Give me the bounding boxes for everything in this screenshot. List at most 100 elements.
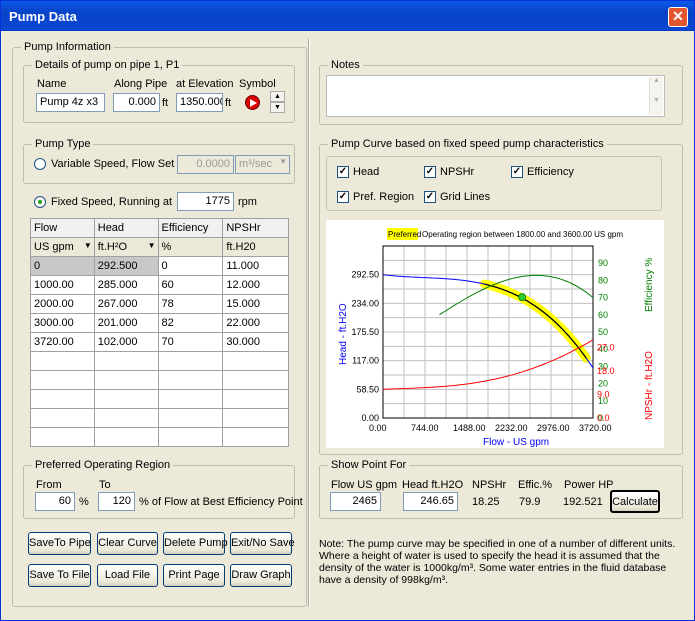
print-page-button[interactable]: Print Page xyxy=(163,564,225,587)
pump-arrow-icon xyxy=(250,99,257,107)
pump-data-table: Flow Head Efficiency NPSHr US gpm ▼ ft.H²… xyxy=(30,218,289,447)
table-cell[interactable] xyxy=(222,389,289,409)
table-row: 3720.00 102.000 70 30.000 xyxy=(30,332,289,352)
from-label: From xyxy=(36,479,62,491)
note-text: Note: The pump curve may be specified in… xyxy=(319,538,676,586)
table-row xyxy=(30,427,289,447)
table-cell[interactable] xyxy=(30,427,95,447)
show-flow-label: Flow US gpm xyxy=(331,479,398,491)
fixed-speed-input[interactable]: 1775 xyxy=(177,192,234,211)
pref-region-checkbox[interactable]: ✓ xyxy=(337,191,349,203)
save-to-file-button[interactable]: Save To File xyxy=(28,564,91,587)
grid-lines-checkbox[interactable]: ✓ xyxy=(424,191,436,203)
show-head-input[interactable]: 246.65 xyxy=(403,492,458,511)
notes-scrollbar[interactable]: ▲ ▼ xyxy=(649,77,663,115)
y-tick-label-head: 117.00 xyxy=(352,356,379,366)
x-tick-label: 2976.00 xyxy=(537,423,570,433)
variable-unit-select[interactable]: m³/sec ▼ xyxy=(235,155,290,174)
table-cell[interactable]: 82 xyxy=(157,313,224,333)
exit-no-save-button[interactable]: Exit/No Save xyxy=(230,532,295,555)
table-cell[interactable] xyxy=(157,389,224,409)
variable-flow-input[interactable]: 0.0000 xyxy=(177,155,234,174)
table-cell[interactable]: 3000.00 xyxy=(30,313,95,333)
chevron-down-icon: ▼ xyxy=(279,157,287,166)
pump-curve-chart: Preferred Operating region between 1800.… xyxy=(326,220,664,448)
table-row: 3000.00 201.000 82 22.000 xyxy=(30,313,289,333)
to-input[interactable]: 120 xyxy=(98,492,135,511)
show-flow-input[interactable]: 2465 xyxy=(330,492,381,511)
name-label: Name xyxy=(37,78,67,90)
delete-pump-button[interactable]: Delete Pump xyxy=(163,532,228,555)
efficiency-checkbox[interactable]: ✓ xyxy=(511,166,523,178)
y-tick-label-npshr: 9.0 xyxy=(597,390,610,400)
show-point-label: Show Point For xyxy=(328,459,410,471)
table-cell[interactable] xyxy=(222,427,289,447)
y-tick-label-head: 292.50 xyxy=(351,270,379,280)
table-cell[interactable]: 30.000 xyxy=(222,332,289,352)
table-cell[interactable]: 12.000 xyxy=(222,275,289,295)
table-cell[interactable]: 22.000 xyxy=(222,313,289,333)
scroll-down-icon[interactable]: ▼ xyxy=(650,97,663,104)
table-cell[interactable] xyxy=(157,370,224,390)
from-input[interactable]: 60 xyxy=(35,492,75,511)
table-row: 2000.00 267.000 78 15.000 xyxy=(30,294,289,314)
table-cell[interactable]: 15.000 xyxy=(222,294,289,314)
table-cell[interactable] xyxy=(93,389,159,409)
table-cell[interactable] xyxy=(222,408,289,428)
table-cell[interactable] xyxy=(93,370,159,390)
fixed-speed-radio[interactable] xyxy=(34,196,46,208)
elevation-unit: ft xyxy=(225,97,232,109)
table-cell[interactable] xyxy=(30,351,95,371)
table-cell[interactable]: 2000.00 xyxy=(30,294,95,314)
table-cell[interactable]: 0 xyxy=(157,256,224,276)
table-cell[interactable]: 201.000 xyxy=(93,313,159,333)
load-file-button[interactable]: Load File xyxy=(97,564,158,587)
table-cell[interactable]: 267.000 xyxy=(93,294,159,314)
table-cell[interactable]: 285.000 xyxy=(93,275,159,295)
table-row: 0 292.500 0 11.000 xyxy=(30,256,289,276)
table-cell[interactable]: 60 xyxy=(157,275,224,295)
table-cell[interactable]: 11.000 xyxy=(222,256,289,276)
head-checkbox[interactable]: ✓ xyxy=(337,166,349,178)
elevation-input[interactable]: 1350.000 xyxy=(176,93,223,112)
legend-tag: Preferred xyxy=(388,230,421,239)
calculate-button[interactable]: Calculate xyxy=(610,490,660,513)
table-cell[interactable]: 0 xyxy=(30,256,95,276)
efficiency-unit: % xyxy=(157,237,224,257)
flow-unit-select[interactable]: US gpm ▼ xyxy=(30,237,95,257)
preferred-region-label: Preferred Operating Region xyxy=(32,459,174,471)
window-title: Pump Data xyxy=(9,9,77,24)
table-cell[interactable]: 78 xyxy=(157,294,224,314)
symbol-down-arrow-icon[interactable]: ▼ xyxy=(270,102,285,113)
close-button[interactable]: ✕ xyxy=(668,7,688,27)
y-tick-label-head: 58.50 xyxy=(356,384,379,394)
table-cell[interactable] xyxy=(222,351,289,371)
along-pipe-input[interactable]: 0.000 xyxy=(113,93,160,112)
npshr-checkbox[interactable]: ✓ xyxy=(424,166,436,178)
table-cell[interactable] xyxy=(30,389,95,409)
table-cell[interactable]: 3720.00 xyxy=(30,332,95,352)
clear-curve-button[interactable]: Clear Curve xyxy=(97,532,158,555)
notes-textarea[interactable] xyxy=(326,75,665,117)
draw-graph-button[interactable]: Draw Graph xyxy=(230,564,292,587)
table-cell[interactable] xyxy=(30,370,95,390)
variable-speed-radio[interactable] xyxy=(34,158,46,170)
table-cell[interactable] xyxy=(222,370,289,390)
scroll-up-icon[interactable]: ▲ xyxy=(650,77,663,84)
table-cell[interactable] xyxy=(93,351,159,371)
name-input[interactable]: Pump 4z x3 xyxy=(36,93,105,112)
symbol-up-arrow-icon[interactable]: ▲ xyxy=(270,91,285,102)
head-unit-select[interactable]: ft.H²O ▼ xyxy=(93,237,159,257)
table-cell[interactable] xyxy=(93,427,159,447)
table-cell[interactable] xyxy=(157,351,224,371)
table-cell[interactable] xyxy=(157,408,224,428)
save-to-pipe-button[interactable]: SaveTo Pipe xyxy=(28,532,91,555)
table-cell[interactable] xyxy=(30,408,95,428)
table-cell[interactable]: 1000.00 xyxy=(30,275,95,295)
table-cell[interactable]: 292.500 xyxy=(93,256,159,276)
table-cell[interactable]: 70 xyxy=(157,332,224,352)
table-cell[interactable] xyxy=(157,427,224,447)
table-cell[interactable] xyxy=(93,408,159,428)
table-cell[interactable]: 102.000 xyxy=(93,332,159,352)
along-pipe-label: Along Pipe xyxy=(114,78,168,90)
